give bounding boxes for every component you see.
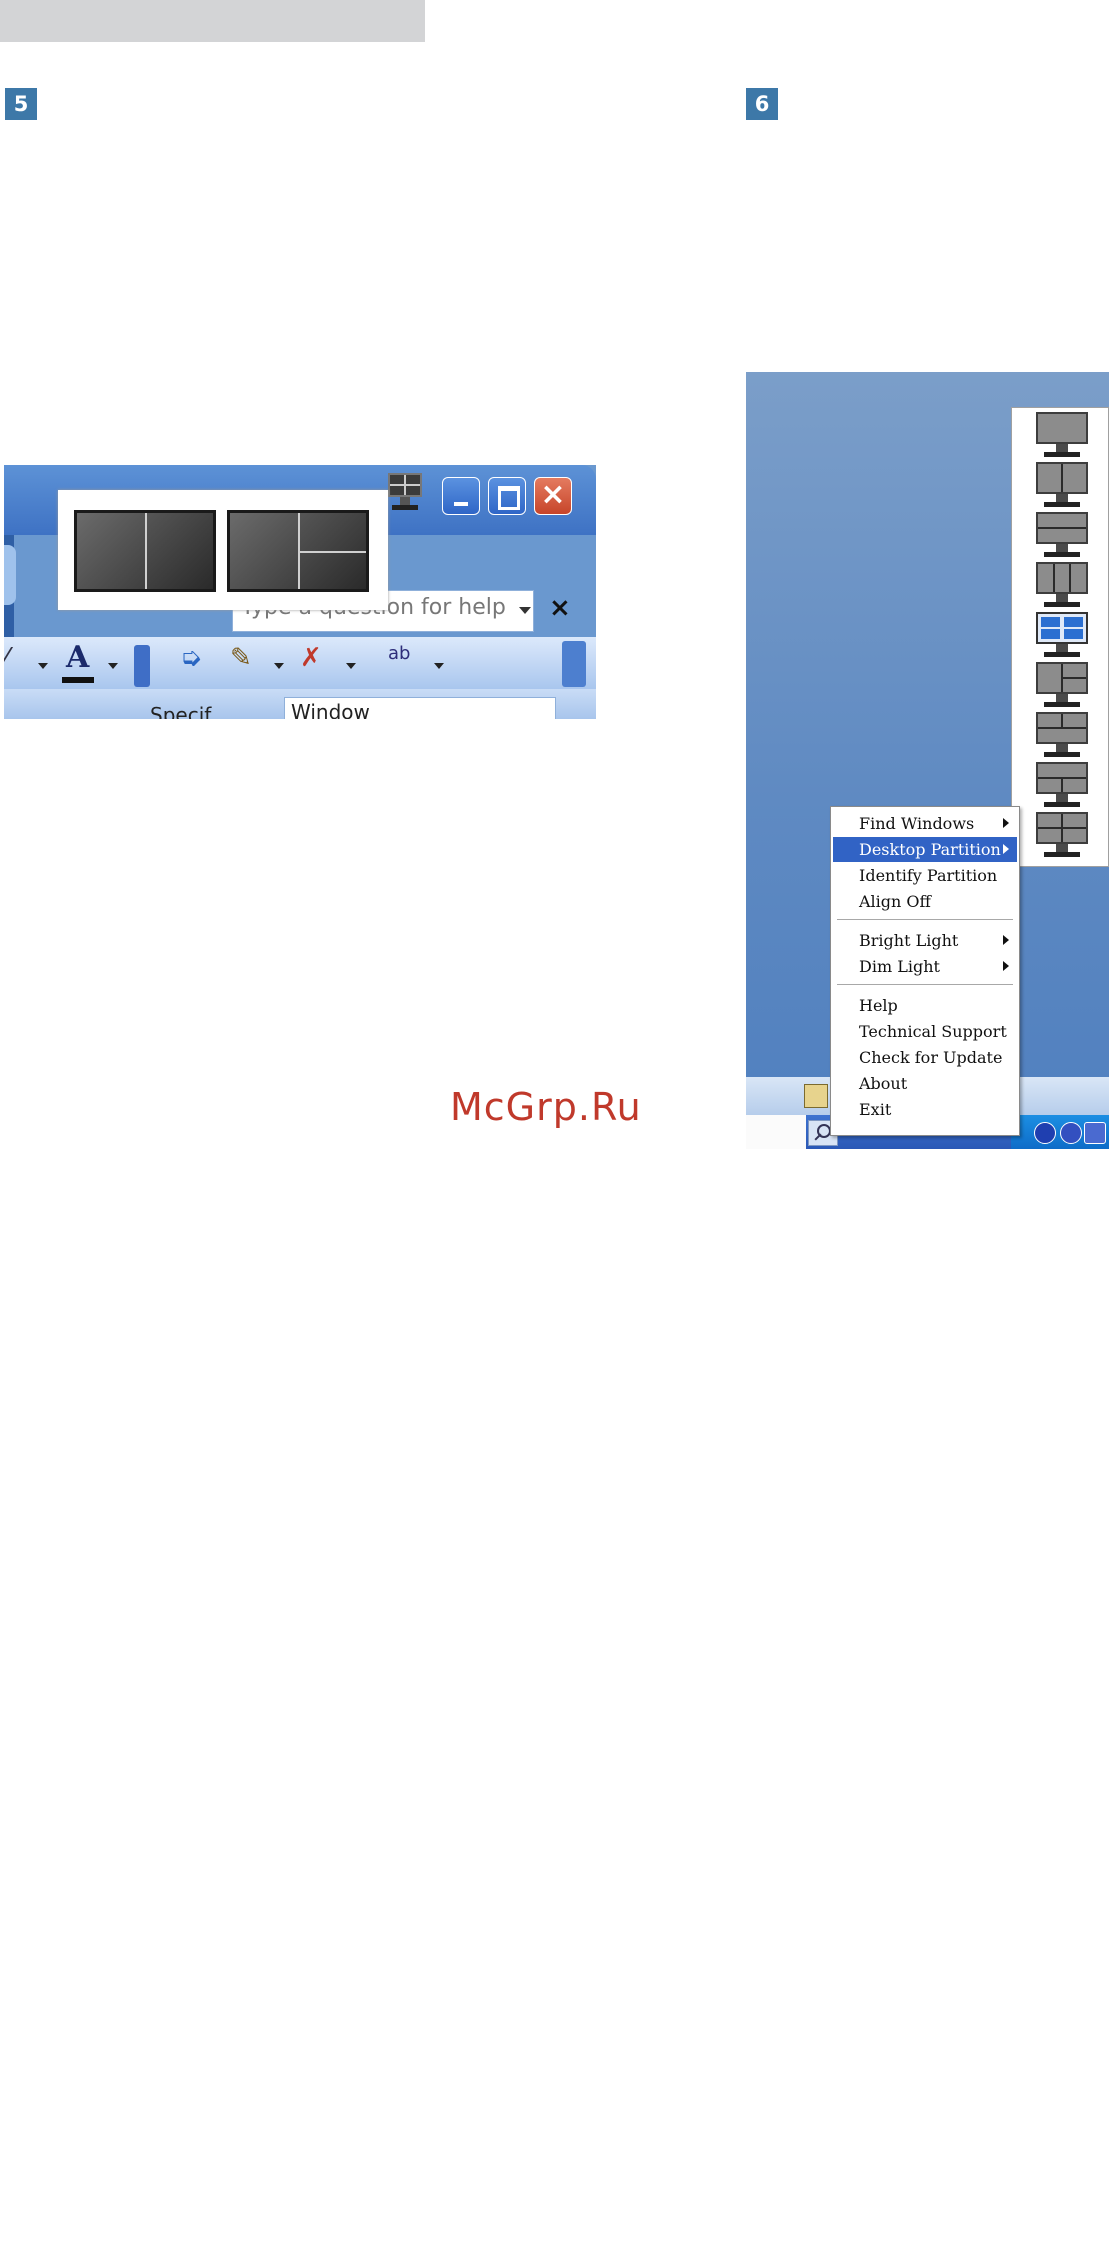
tray-context-menu: Find Windows Desktop Partition Identify … <box>830 806 1020 1136</box>
toolbar-options-grip[interactable] <box>134 645 150 687</box>
maximize-button[interactable] <box>488 477 526 515</box>
smartcontrol-monitor-icon[interactable] <box>388 473 422 511</box>
step-number-5: 5 <box>5 88 37 120</box>
partition-three-vertical-icon[interactable] <box>1036 562 1088 608</box>
spelling-icon[interactable]: ab <box>388 643 410 664</box>
partition-submenu <box>1011 407 1109 867</box>
menu-item-desktop-partition[interactable]: Desktop Partition <box>833 837 1017 862</box>
toolbar-overflow-button[interactable] <box>562 641 586 687</box>
partition-split-vertical-icon[interactable] <box>1036 462 1088 508</box>
window-field[interactable]: Window <box>284 697 556 719</box>
network-icon[interactable] <box>1034 1122 1056 1144</box>
partition-popup <box>58 490 388 610</box>
menu-item-exit[interactable]: Exit <box>833 1097 1017 1122</box>
pencil-icon[interactable]: ✎ <box>230 643 252 673</box>
notepad-icon[interactable] <box>804 1084 828 1108</box>
menu-separator <box>837 919 1013 920</box>
chevron-down-icon[interactable] <box>346 663 356 669</box>
specify-label[interactable]: Specif... <box>150 703 229 719</box>
partition-two-top-one-bottom-icon[interactable] <box>1036 712 1088 758</box>
close-icon: × <box>540 477 566 512</box>
desktop-screenshot: Find Windows Desktop Partition Identify … <box>746 372 1109 1149</box>
menu-item-align-off[interactable]: Align Off <box>833 889 1017 914</box>
display-tray-icon[interactable] <box>1084 1122 1106 1144</box>
partition-quad-grid-icon[interactable] <box>1036 612 1088 658</box>
chevron-down-icon[interactable] <box>38 663 48 669</box>
partition-one-top-two-bottom-icon[interactable] <box>1036 762 1088 808</box>
watermark: McGrp.Ru <box>450 1085 642 1129</box>
menu-item-find-windows[interactable]: Find Windows <box>833 811 1017 836</box>
smartcontrol-tray-icon[interactable] <box>1060 1122 1082 1144</box>
partition-layout-three[interactable] <box>227 510 369 592</box>
menu-item-help[interactable]: Help <box>833 993 1017 1018</box>
chevron-down-icon[interactable] <box>108 663 118 669</box>
partition-four-quarters-icon[interactable] <box>1036 812 1088 858</box>
menu-item-technical-support[interactable]: Technical Support <box>833 1019 1017 1044</box>
submenu-arrow-icon <box>1003 818 1009 828</box>
taskbar-address-field[interactable] <box>746 1115 806 1149</box>
delete-icon[interactable]: ✗ <box>300 643 322 673</box>
close-button[interactable]: × <box>534 477 572 515</box>
header-bar <box>0 0 425 42</box>
office-window-screenshot: × ⁄ A ➭ ✎ ✗ ab Specif... Window Type a q… <box>4 465 596 719</box>
chevron-down-icon[interactable] <box>434 663 444 669</box>
minimize-button[interactable] <box>442 477 480 515</box>
window-side-tab[interactable] <box>4 545 16 605</box>
arrow-right-icon[interactable]: ➭ <box>180 643 202 673</box>
partition-full-icon[interactable] <box>1036 412 1088 458</box>
font-color-swatch <box>62 677 94 683</box>
font-color-icon[interactable]: A <box>66 640 89 675</box>
highlighter-icon[interactable]: ⁄ <box>4 643 8 673</box>
partition-left-right-split-icon[interactable] <box>1036 662 1088 708</box>
menu-item-check-for-update[interactable]: Check for Update <box>833 1045 1017 1070</box>
chevron-down-icon[interactable] <box>274 663 284 669</box>
menu-separator <box>837 984 1013 985</box>
partition-layout-split[interactable] <box>74 510 216 592</box>
menu-item-about[interactable]: About <box>833 1071 1017 1096</box>
menu-item-identify-partition[interactable]: Identify Partition <box>833 863 1017 888</box>
window-field-value: Window <box>291 700 370 719</box>
menu-item-bright-light[interactable]: Bright Light <box>833 928 1017 953</box>
submenu-arrow-icon <box>1003 935 1009 945</box>
step-number-6: 6 <box>746 88 778 120</box>
submenu-arrow-icon <box>1003 844 1009 854</box>
submenu-arrow-icon <box>1003 961 1009 971</box>
close-icon[interactable]: × <box>549 593 571 623</box>
chevron-down-icon[interactable] <box>519 607 531 614</box>
menu-item-dim-light[interactable]: Dim Light <box>833 954 1017 979</box>
partition-split-horizontal-icon[interactable] <box>1036 512 1088 558</box>
